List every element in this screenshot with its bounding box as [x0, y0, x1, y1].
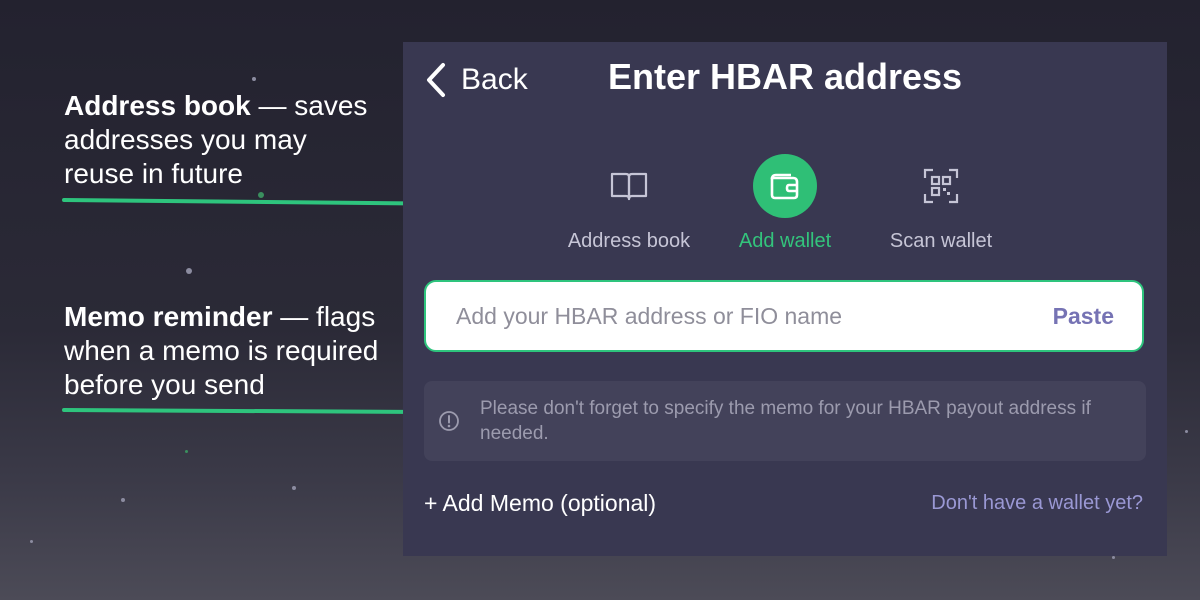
memo-reminder-note: Please don't forget to specify the memo …	[424, 381, 1146, 461]
memo-reminder-text: Please don't forget to specify the memo …	[480, 398, 1091, 444]
no-wallet-link[interactable]: Don't have a wallet yet?	[931, 492, 1143, 515]
address-book-label: Address book	[567, 230, 691, 252]
wallet-icon	[770, 173, 799, 200]
send-address-panel: Back Enter HBAR address Address book Add…	[403, 42, 1167, 556]
paste-button[interactable]: Paste	[1053, 303, 1114, 330]
info-icon	[439, 411, 459, 431]
chevron-left-icon	[427, 63, 445, 97]
add-wallet-label: Add wallet	[738, 230, 832, 252]
qr-scan-icon	[923, 168, 959, 204]
add-wallet-circle	[753, 154, 817, 218]
address-book-option[interactable]: Address book	[549, 154, 709, 253]
add-memo-link[interactable]: + Add Memo (optional)	[424, 490, 656, 517]
scan-wallet-label: Scan wallet	[889, 230, 993, 252]
address-input[interactable]	[454, 301, 1053, 331]
book-icon	[610, 172, 648, 201]
back-button[interactable]: Back	[425, 60, 528, 100]
scan-wallet-option[interactable]: Scan wallet	[861, 154, 1021, 253]
arrow-to-memo-reminder	[62, 394, 427, 430]
page-title-text: Enter HBAR address	[607, 56, 963, 97]
back-label: Back	[461, 63, 528, 96]
address-input-box: Paste	[424, 280, 1144, 352]
add-wallet-option[interactable]: Add wallet	[705, 154, 865, 253]
